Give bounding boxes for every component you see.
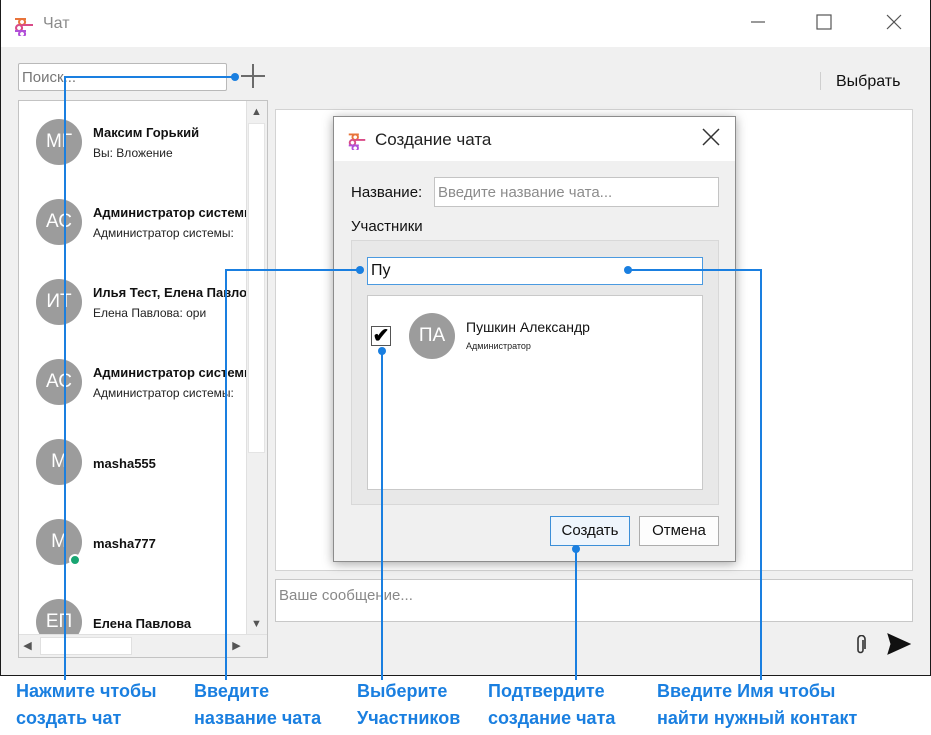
chat-list-item[interactable]: Мmasha555 [19,421,246,501]
horizontal-scroll-thumb[interactable] [40,637,132,655]
cancel-button[interactable]: Отмена [639,516,719,546]
dialog-title: Создание чата [375,130,492,149]
avatar: АС [36,199,82,245]
callout-line [64,76,235,78]
scroll-left-icon[interactable]: ◀ [19,639,36,652]
callout-caption-line: Участников [357,708,461,728]
chat-list-item[interactable]: МГ Максим Горький Вы: Вложение [19,101,246,181]
chat-name: Администратор системы [93,365,246,380]
callout-line [225,269,361,271]
callout-caption: Введите Имя чтобы найти нужный контакт [657,678,857,732]
callout-caption: Введите название чата [194,678,321,732]
participants-label: Участники [351,218,423,235]
avatar: М [36,439,82,485]
minimize-icon [751,21,765,23]
window-title: Чат [43,15,70,32]
scroll-right-icon[interactable]: ▶ [228,639,245,652]
chat-list-item[interactable]: Мmasha777 [19,501,246,581]
callout-caption-line: Выберите [357,681,448,701]
scroll-up-icon[interactable]: ▲ [248,106,265,118]
avatar: АС [36,359,82,405]
maximize-button[interactable] [804,9,844,39]
chat-list-item[interactable]: АС Администратор системы Администратор сис… [19,341,246,421]
chat-name-input[interactable]: Введите название чата... [434,177,719,207]
message-input[interactable]: Ваше сообщение... [275,579,913,622]
select-button[interactable]: Выбрать [836,73,900,91]
send-icon[interactable] [887,633,911,655]
callout-caption-line: Подтвердите [488,681,605,701]
chat-name: Елена Павлова [93,616,192,631]
callout-caption: Выберите Участников [357,678,460,732]
callout-line [381,350,383,680]
callout-caption-line: Нажмите чтобы [16,681,157,701]
callout-dot [356,266,364,274]
avatar: ИТ [36,279,82,325]
close-icon [702,128,720,146]
app-logo-icon [15,18,33,36]
callout-line [575,548,577,680]
chat-last-message: Вы: Вложение [93,146,173,160]
callout-caption-line: найти нужный контакт [657,708,858,728]
maximize-icon [816,14,832,30]
callout-dot [231,73,239,81]
chat-last-message: Администратор системы: [93,226,234,240]
vertical-scroll-thumb[interactable] [248,123,265,453]
chat-last-message: Елена Павлова: ори [93,306,207,320]
close-window-button[interactable] [874,9,914,39]
toolbar-divider [820,72,821,90]
title-bar [1,0,930,47]
callout-caption-line: название чата [194,708,322,728]
callout-caption-line: Введите Имя чтобы [657,681,836,701]
scroll-down-icon[interactable]: ▼ [248,618,265,630]
callout-line [628,269,762,271]
chat-name-label: Название: [351,184,423,201]
dialog-close-button[interactable] [697,123,725,151]
online-status-icon [69,554,81,566]
attachment-icon[interactable] [855,635,867,655]
participant-search-input[interactable]: Пу [367,257,703,285]
dialog-logo-icon [348,133,366,150]
minimize-button[interactable] [738,9,778,39]
participant-checkbox[interactable]: ✔ [371,326,391,346]
chat-list-item[interactable]: ИТ Илья Тест, Елена Павлова Елена Павлова:… [19,261,246,341]
chat-name: masha777 [93,536,156,551]
callout-line [64,76,66,680]
callout-caption: Нажмите чтобы создать чат [16,678,157,732]
chat-last-message: Администратор системы: [93,386,234,400]
callout-caption-line: создать чат [16,708,122,728]
create-button[interactable]: Создать [550,516,630,546]
callout-caption-line: создание чата [488,708,616,728]
avatar: МГ [36,119,82,165]
participant-role: Администратор [466,341,531,351]
callout-line [225,269,227,680]
chat-name: Максим Горький [93,125,200,140]
callout-line [760,269,762,680]
chat-name: masha555 [93,456,156,471]
close-icon [886,14,902,30]
callout-caption: Подтвердите создание чата [488,678,615,732]
participant-name: Пушкин Александр [466,319,590,335]
add-chat-button[interactable] [240,63,266,89]
participant-avatar: ПА [409,313,455,359]
chat-name: Администратор системы [93,205,246,220]
chat-name: Илья Тест, Елена Павлова [93,285,246,300]
chat-list-item[interactable]: АС Администратор системы Администратор сис… [19,181,246,261]
callout-caption-line: Введите [194,681,270,701]
